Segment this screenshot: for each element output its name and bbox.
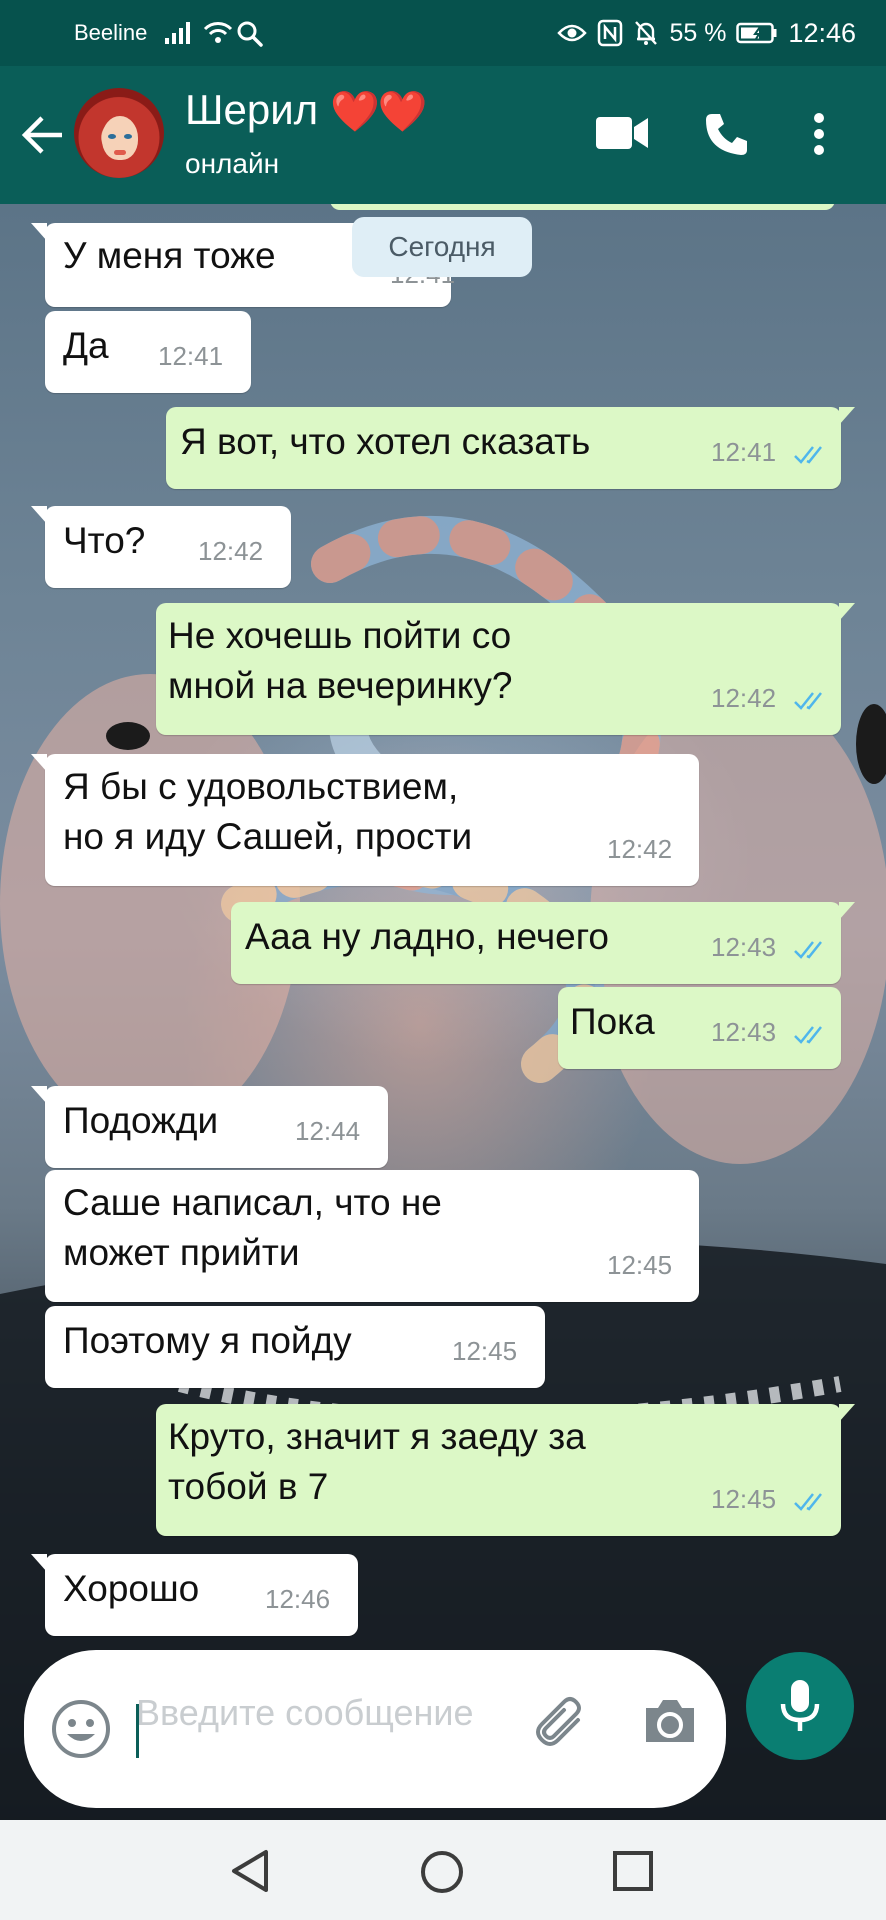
- message-text: Что?: [63, 520, 146, 561]
- bubble-tail: [31, 506, 47, 524]
- carrier-label: Beeline: [74, 20, 148, 45]
- message-text: Хорошо: [63, 1568, 200, 1609]
- message-text: Я бы с удовольствием, но я иду Сашей, пр…: [63, 766, 473, 857]
- incoming-message[interactable]: Поэтому я пойду 12:45: [45, 1306, 545, 1388]
- bell-off-icon: [635, 21, 658, 45]
- contact-name-hearts: ❤️❤️: [330, 90, 428, 134]
- double-check-icon: [794, 1493, 822, 1511]
- outgoing-message[interactable]: Круто, значит я заеду за тобой в 7 12:45: [156, 1404, 855, 1536]
- incoming-message[interactable]: Хорошо 12:46: [31, 1554, 358, 1636]
- outgoing-message[interactable]: Ааа ну ладно, нечего 12:43: [231, 902, 855, 984]
- nav-recents-icon[interactable]: [612, 1850, 654, 1892]
- battery-icon: [736, 22, 777, 44]
- message-time: 12:44: [295, 1116, 361, 1146]
- text-cursor: [136, 1704, 139, 1758]
- message-time: 12:43: [711, 932, 777, 962]
- nav-home-icon[interactable]: [418, 1848, 466, 1896]
- incoming-message[interactable]: Подожди 12:44: [31, 1086, 388, 1168]
- message-text: Подожди: [63, 1100, 219, 1141]
- chat-header: Шерил ❤️❤️ онлайн: [0, 66, 886, 204]
- double-check-icon: [794, 941, 822, 959]
- clock: 12:46: [788, 17, 856, 48]
- emoji-icon[interactable]: [50, 1698, 112, 1760]
- outgoing-message[interactable]: Я вот, что хотел сказать 12:41: [166, 407, 855, 489]
- double-check-icon: [794, 1026, 822, 1044]
- avatar-eye: [124, 134, 132, 139]
- date-divider: Сегодня: [352, 217, 532, 277]
- message-composer: [24, 1650, 726, 1808]
- message-time: 12:42: [198, 536, 264, 566]
- message-text: Да: [63, 325, 109, 366]
- voice-record-button[interactable]: [746, 1652, 854, 1760]
- message-text: Пока: [570, 1001, 655, 1042]
- camera-icon[interactable]: [642, 1696, 698, 1746]
- chat-area[interactable]: У меня тоже12:41Да12:41Я вот, что хотел …: [0, 204, 886, 1820]
- status-bar: Beeline 55 % 12:46: [0, 0, 886, 66]
- message-time: 12:45: [452, 1336, 518, 1366]
- microphone-icon: [780, 1680, 820, 1731]
- message-input[interactable]: [136, 1688, 536, 1788]
- message-time: 12:45: [711, 1484, 777, 1514]
- phone-icon[interactable]: [702, 110, 750, 158]
- message-time: 12:42: [711, 683, 777, 713]
- system-nav-bar: [0, 1820, 886, 1920]
- message-time: 12:45: [607, 1250, 673, 1280]
- double-check-icon: [794, 692, 822, 710]
- incoming-message[interactable]: Да 12:41: [45, 311, 251, 393]
- paperclip-icon[interactable]: [530, 1694, 590, 1754]
- arrow-left-icon[interactable]: [18, 112, 68, 158]
- message-text: Я вот, что хотел сказать: [180, 421, 591, 462]
- message-time: 12:41: [158, 341, 224, 371]
- incoming-message[interactable]: Я бы с удовольствием, но я иду Сашей, пр…: [31, 754, 699, 886]
- message-text: Ааа ну ладно, нечего: [245, 916, 609, 957]
- incoming-message[interactable]: Саше написал, что не может прийти 12:45: [45, 1170, 699, 1302]
- message-text: У меня тоже: [63, 235, 276, 276]
- avatar[interactable]: [74, 88, 164, 178]
- incoming-message[interactable]: Что? 12:42: [31, 506, 291, 588]
- message-text: Саше написал, что не может прийти: [63, 1182, 442, 1273]
- message-time: 12:41: [711, 437, 777, 467]
- nfc-icon: [598, 19, 623, 47]
- message-time: 12:43: [711, 1017, 777, 1047]
- message-text: Не хочешь пойти со мной на вечеринку?: [168, 615, 513, 706]
- battery-percent: 55 %: [669, 18, 727, 47]
- message-text: Поэтому я пойду: [63, 1320, 352, 1361]
- bubble-tail: [839, 902, 855, 920]
- previous-message-edge: [330, 204, 835, 210]
- double-check-icon: [794, 446, 822, 464]
- bubble-tail: [31, 1086, 47, 1104]
- bubble-tail: [839, 407, 855, 425]
- message-time: 12:46: [265, 1584, 331, 1614]
- outgoing-message[interactable]: Пока 12:43: [558, 987, 841, 1069]
- message-text: Круто, значит я заеду за тобой в 7: [168, 1416, 586, 1507]
- video-camera-icon[interactable]: [594, 113, 650, 153]
- signal-icon: [165, 22, 190, 44]
- nav-back-icon[interactable]: [228, 1848, 272, 1894]
- avatar-lips: [114, 150, 126, 155]
- more-vertical-icon[interactable]: [812, 112, 826, 156]
- message-time: 12:42: [607, 834, 673, 864]
- search-icon: [237, 21, 263, 47]
- wifi-icon: [203, 22, 233, 43]
- eye-icon: [557, 24, 588, 42]
- contact-name[interactable]: Шерил: [185, 86, 318, 134]
- bubble-tail: [31, 223, 47, 241]
- bubble-tail: [839, 603, 855, 621]
- outgoing-message[interactable]: Не хочешь пойти со мной на вечеринку? 12:…: [156, 603, 855, 735]
- avatar-eye: [108, 134, 116, 139]
- bubble-tail: [839, 1404, 855, 1422]
- bubble-tail: [31, 754, 47, 772]
- contact-status: онлайн: [185, 148, 280, 179]
- bubble-tail: [31, 1554, 47, 1572]
